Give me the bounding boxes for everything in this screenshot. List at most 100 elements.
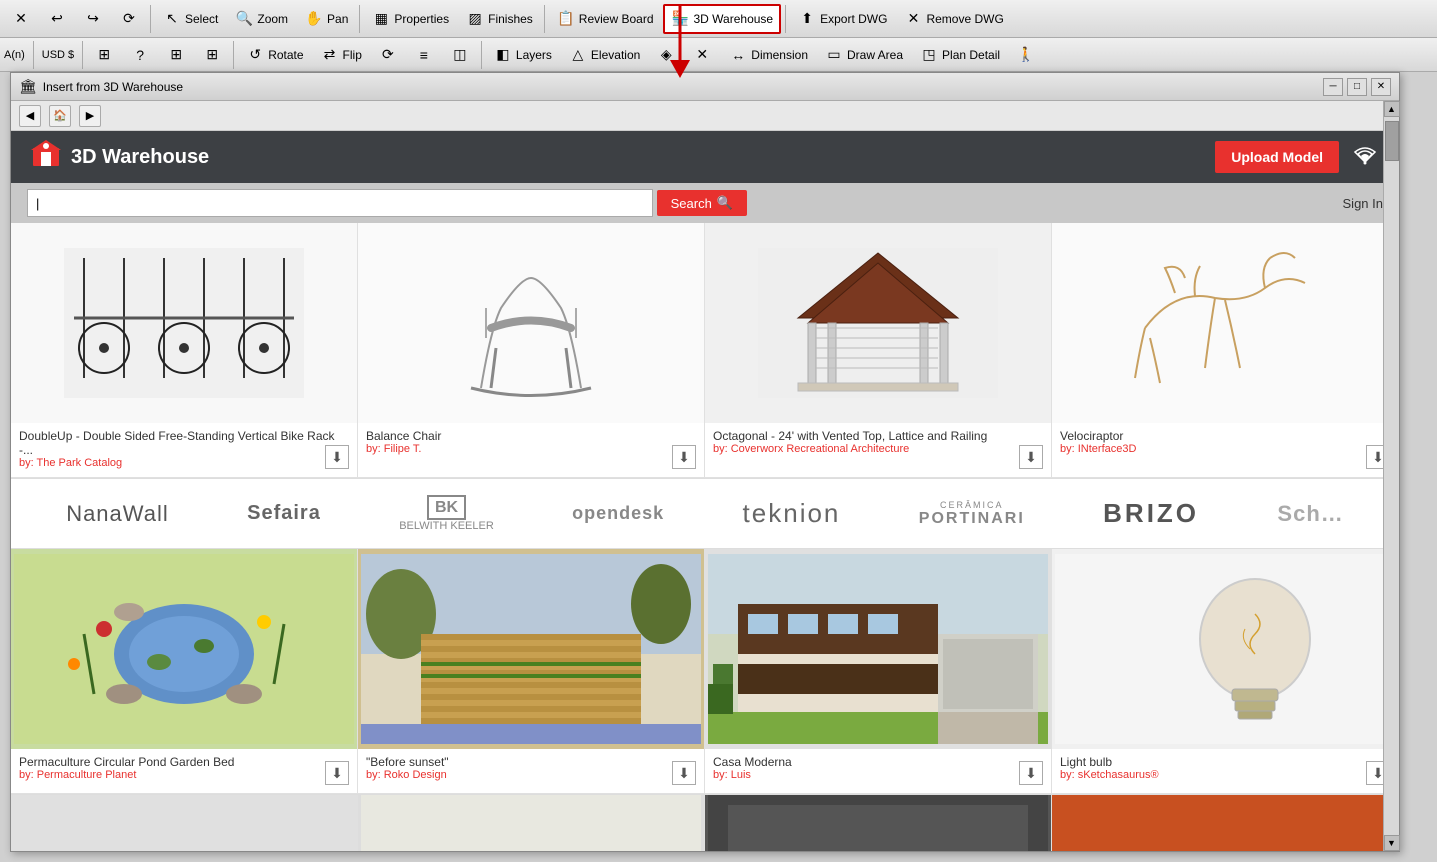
model-name-chair: Balance Chair — [366, 429, 696, 443]
model-info-bikerack: DoubleUp - Double Sided Free-Standing Ve… — [11, 423, 357, 477]
sunset-image — [361, 554, 701, 744]
model-card-partial-1 — [11, 795, 358, 851]
download-gazebo-button[interactable]: ⬇ — [1019, 445, 1043, 469]
brand-brizo[interactable]: BRIZO — [1103, 498, 1199, 529]
separator — [233, 41, 234, 69]
scroll-down-button[interactable]: ▼ — [1384, 835, 1400, 851]
drawarea-button[interactable]: ▭ Draw Area — [817, 41, 910, 69]
window-nav: ◀ 🏠 ▶ — [11, 101, 1399, 131]
separator — [359, 5, 360, 33]
separator — [544, 5, 545, 33]
brand-sch[interactable]: Sch… — [1277, 501, 1343, 527]
icon-btn-4[interactable]: ⟳ — [371, 41, 405, 69]
flip-button[interactable]: ⇄ Flip — [313, 41, 369, 69]
download-casa-button[interactable]: ⬇ — [1019, 761, 1043, 785]
finishes-label: Finishes — [488, 12, 533, 26]
reviewboard-icon: 📋 — [556, 9, 576, 29]
help-button[interactable]: ? — [123, 41, 157, 69]
icon-btn-7[interactable]: ◈ — [649, 41, 683, 69]
forward-button[interactable]: ▶ — [79, 105, 101, 127]
search-bar: Search 🔍 Sign In — [11, 183, 1399, 223]
model-grid-row2: Permaculture Circular Pond Garden Bed by… — [11, 549, 1399, 795]
model-author-sunset: by: Roko Design — [366, 769, 696, 781]
download-bikerack-button[interactable]: ⬇ — [325, 445, 349, 469]
gazebo-image — [738, 228, 1018, 418]
properties-button[interactable]: ▦ Properties — [364, 5, 456, 33]
close-button[interactable]: ✕ — [4, 5, 38, 33]
refresh-button[interactable]: ⟳ — [112, 5, 146, 33]
flip-label: Flip — [343, 48, 362, 62]
model-author-chair: by: Filipe T. — [366, 443, 696, 455]
redo-button[interactable]: ↪ — [76, 5, 110, 33]
person-icon: 🚶 — [1016, 45, 1036, 65]
main-toolbar: ✕ ↩ ↪ ⟳ ↖ Select 🔍 Zoom ✋ Pan ▦ Properti… — [0, 0, 1437, 38]
maximize-button[interactable]: □ — [1347, 78, 1367, 96]
reviewboard-button[interactable]: 📋 Review Board — [549, 5, 661, 33]
brand-opendesk[interactable]: opendesk — [572, 503, 664, 524]
scrollbar[interactable]: ▲ ▼ — [1383, 101, 1399, 851]
brands-row: NanaWall Sefaira BK BELWITH KEELER opend… — [11, 479, 1399, 549]
window-title-text: Insert from 3D Warehouse — [43, 80, 183, 94]
layers-button[interactable]: ◧ Layers — [486, 41, 559, 69]
model-info-gazebo: Octagonal - 24' with Vented Top, Lattice… — [705, 423, 1051, 467]
model-info-chair: Balance Chair by: Filipe T. — [358, 423, 704, 467]
brand-sefaira[interactable]: Sefaira — [247, 502, 321, 525]
icon-btn-5[interactable]: ≡ — [407, 41, 441, 69]
model-thumb-partial-1 — [11, 795, 357, 851]
brand-belwith[interactable]: BK BELWITH KEELER — [399, 495, 494, 533]
exportdwg-button[interactable]: ⬆ Export DWG — [790, 5, 894, 33]
removedwg-button[interactable]: ✕ Remove DWG — [896, 5, 1010, 33]
brand-nanawall[interactable]: NanaWall — [66, 501, 169, 527]
warehouse-button[interactable]: 🏪 3D Warehouse — [663, 4, 782, 34]
window-close-button[interactable]: ✕ — [1371, 78, 1391, 96]
model-name-bulb: Light bulb — [1060, 755, 1390, 769]
icon-btn-6[interactable]: ◫ — [443, 41, 477, 69]
model-thumb-gazebo — [705, 223, 1051, 423]
home-button[interactable]: 🏠 — [49, 105, 71, 127]
undo-icon: ↩ — [47, 9, 67, 29]
zoom-button[interactable]: 🔍 Zoom — [227, 5, 295, 33]
icon-btn-1[interactable]: ⊞ — [87, 41, 121, 69]
upload-model-button[interactable]: Upload Model — [1215, 141, 1339, 173]
plandetail-button[interactable]: ◳ Plan Detail — [912, 41, 1007, 69]
model-name-dino: Velociraptor — [1060, 429, 1390, 443]
model-thumb-casa — [705, 549, 1051, 749]
warehouse-content[interactable]: DoubleUp - Double Sided Free-Standing Ve… — [11, 223, 1399, 851]
separator — [150, 5, 151, 33]
lines-icon: ≡ — [414, 45, 434, 65]
grid3-icon: ⊞ — [202, 45, 222, 65]
download-chair-button[interactable]: ⬇ — [672, 445, 696, 469]
window-controls: ─ □ ✕ — [1323, 78, 1391, 96]
download-sunset-button[interactable]: ⬇ — [672, 761, 696, 785]
search-button[interactable]: Search 🔍 — [657, 190, 747, 216]
model-info-pond: Permaculture Circular Pond Garden Bed by… — [11, 749, 357, 793]
person-button[interactable]: 🚶 — [1009, 41, 1043, 69]
icon-btn-2[interactable]: ⊞ — [159, 41, 193, 69]
back-button[interactable]: ◀ — [19, 105, 41, 127]
model-card-bikerack: DoubleUp - Double Sided Free-Standing Ve… — [11, 223, 358, 478]
warehouse-label: 3D Warehouse — [694, 12, 774, 26]
model-thumb-dino — [1052, 223, 1398, 423]
undo-button[interactable]: ↩ — [40, 5, 74, 33]
finishes-button[interactable]: ▨ Finishes — [458, 5, 540, 33]
brand-portinari[interactable]: CERÂMICA PORTINARI — [919, 500, 1025, 528]
model-thumb-chair — [358, 223, 704, 423]
brand-teknion[interactable]: teknion — [743, 498, 841, 529]
dimension-button[interactable]: ↔ Dimension — [721, 41, 815, 69]
bikerack-image — [44, 228, 324, 418]
elevation-button[interactable]: △ Elevation — [561, 41, 647, 69]
scroll-thumb[interactable] — [1385, 121, 1399, 161]
icon-btn-8[interactable]: ✕ — [685, 41, 719, 69]
icon-btn-3[interactable]: ⊞ — [195, 41, 229, 69]
minimize-button[interactable]: ─ — [1323, 78, 1343, 96]
download-pond-button[interactable]: ⬇ — [325, 761, 349, 785]
elevation-icon: △ — [568, 45, 588, 65]
model-card-pond: Permaculture Circular Pond Garden Bed by… — [11, 549, 358, 794]
model-thumb-partial-4 — [1052, 795, 1398, 851]
signin-link[interactable]: Sign In — [1343, 196, 1383, 211]
search-input[interactable] — [27, 189, 653, 217]
select-button[interactable]: ↖ Select — [155, 5, 225, 33]
rotate-button[interactable]: ↺ Rotate — [238, 41, 310, 69]
scroll-up-button[interactable]: ▲ — [1384, 101, 1400, 117]
pan-button[interactable]: ✋ Pan — [297, 5, 355, 33]
